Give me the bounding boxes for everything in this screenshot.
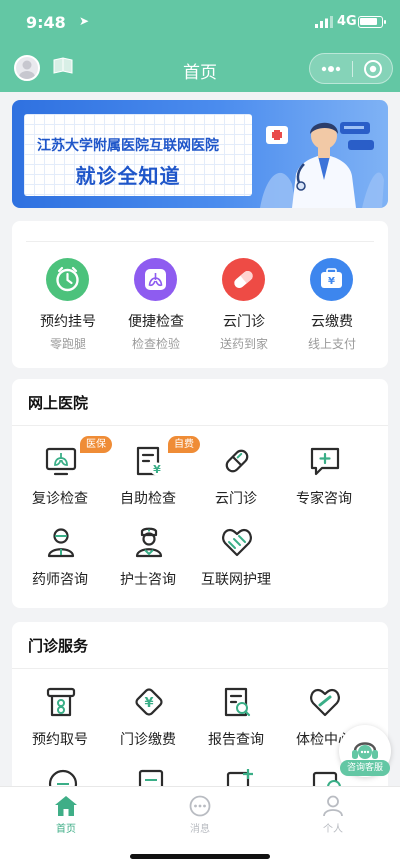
- section-title: 网上医院: [28, 394, 89, 412]
- capsule-divider: [352, 61, 353, 77]
- banner-hospital-name: 江苏大学附属医院互联网医院: [37, 138, 219, 154]
- tab-label: 个人: [323, 824, 343, 835]
- app-header: 9:48 ➤ 4G 首页: [0, 0, 400, 92]
- service-label: 复诊检查: [32, 491, 88, 507]
- internet-nursing-item[interactable]: 互联网护理: [192, 525, 280, 597]
- tab-messages[interactable]: 消息: [165, 795, 235, 835]
- cloud-clinic-button[interactable]: [222, 258, 265, 301]
- outpatient-services-card: 门诊服务 预约取号 ¥ 门诊缴费 报告查询 体检中心: [12, 622, 388, 802]
- network-type: 4G: [337, 14, 357, 29]
- service-label: 自助检查: [120, 491, 176, 507]
- followup-exam-item[interactable]: 复诊检查: [16, 444, 104, 516]
- quick-action-sub: 检查检验: [131, 337, 180, 351]
- message-icon: [189, 795, 211, 817]
- svg-text:¥: ¥: [144, 696, 153, 711]
- divider: [12, 425, 388, 426]
- quick-action-sub: 零跑腿: [49, 337, 86, 351]
- quick-action-label[interactable]: 便捷检查: [112, 311, 200, 331]
- svg-text:¥: ¥: [328, 276, 335, 287]
- tab-label: 首页: [56, 824, 76, 835]
- quick-action-label[interactable]: 云门诊: [200, 311, 288, 331]
- pill-icon: [234, 270, 253, 289]
- lungs-icon: [145, 269, 166, 290]
- location-arrow-icon: ➤: [79, 14, 90, 28]
- service-label: 药师咨询: [32, 572, 88, 588]
- customer-service-label[interactable]: 咨询客服: [340, 760, 390, 776]
- tab-home[interactable]: 首页: [31, 795, 101, 835]
- heart-hands-icon: [222, 528, 252, 557]
- home-icon: [55, 796, 77, 816]
- report-query-item[interactable]: 报告查询: [192, 685, 280, 757]
- user-icon: [323, 795, 343, 817]
- quick-action-label[interactable]: 云缴费: [288, 311, 376, 331]
- diamond-yuan-icon: ¥: [135, 688, 163, 716]
- more-icon[interactable]: [319, 58, 343, 80]
- pharmacist-icon: [47, 528, 75, 558]
- online-hospital-card: 网上医院 复诊检查 医保 ¥ 自助检查 自费 云门诊 专家咨询 药师咨询 护士咨…: [12, 379, 388, 608]
- nurse-consult-item[interactable]: 护士咨询: [104, 525, 192, 597]
- expert-consult-item[interactable]: 专家咨询: [280, 444, 368, 516]
- pill-outline-icon: [225, 449, 249, 473]
- miniprogram-capsule: [309, 53, 393, 84]
- divider: [26, 241, 374, 242]
- clock-icon: [56, 266, 79, 292]
- cloud-payment-button[interactable]: ¥: [310, 258, 353, 301]
- bill-yuan-icon: ¥: [136, 446, 164, 476]
- status-time: 9:48: [26, 13, 66, 32]
- pharmacist-consult-item[interactable]: 药师咨询: [16, 525, 104, 597]
- quick-action-sub: 送药到家: [219, 337, 268, 351]
- service-label: 预约取号: [32, 732, 88, 748]
- service-label: 专家咨询: [296, 491, 352, 507]
- service-label: 门诊缴费: [120, 732, 176, 748]
- service-label: 报告查询: [208, 732, 264, 748]
- close-target-icon[interactable]: [363, 59, 383, 79]
- report-search-icon: [224, 687, 251, 717]
- tab-label: 消息: [190, 824, 210, 835]
- nurse-icon: [135, 527, 163, 558]
- cloud-clinic-item[interactable]: 云门诊: [192, 444, 280, 516]
- wallet-icon: ¥: [321, 268, 342, 288]
- status-bar: 9:48 ➤ 4G: [0, 0, 400, 44]
- service-label: 云门诊: [215, 491, 257, 507]
- section-title: 门诊服务: [28, 637, 89, 655]
- convenient-exam-button[interactable]: [134, 258, 177, 301]
- battery-icon: [358, 16, 386, 28]
- divider: [12, 668, 388, 669]
- clinic-payment-item[interactable]: ¥ 门诊缴费: [104, 685, 192, 757]
- ticket-pickup-item[interactable]: 预约取号: [16, 685, 104, 757]
- self-exam-item[interactable]: ¥ 自助检查: [104, 444, 192, 516]
- home-indicator: [130, 854, 270, 859]
- appointment-button[interactable]: [46, 258, 89, 301]
- doctor-illustration-icon: [260, 122, 384, 208]
- tab-profile[interactable]: 个人: [298, 795, 368, 835]
- chat-plus-icon: [310, 447, 340, 476]
- svg-text:¥: ¥: [153, 463, 161, 476]
- quick-action-sub: 线上支付: [307, 337, 356, 351]
- heart-pulse-icon: [310, 688, 340, 717]
- ticket-machine-icon: [46, 687, 76, 717]
- service-label: 互联网护理: [201, 572, 271, 588]
- monitor-lungs-icon: [45, 447, 77, 476]
- service-label: 护士咨询: [120, 572, 176, 588]
- quick-action-label[interactable]: 预约挂号: [24, 311, 112, 331]
- signal-icon: [315, 16, 333, 28]
- banner-slogan: 就诊全知道: [75, 164, 181, 188]
